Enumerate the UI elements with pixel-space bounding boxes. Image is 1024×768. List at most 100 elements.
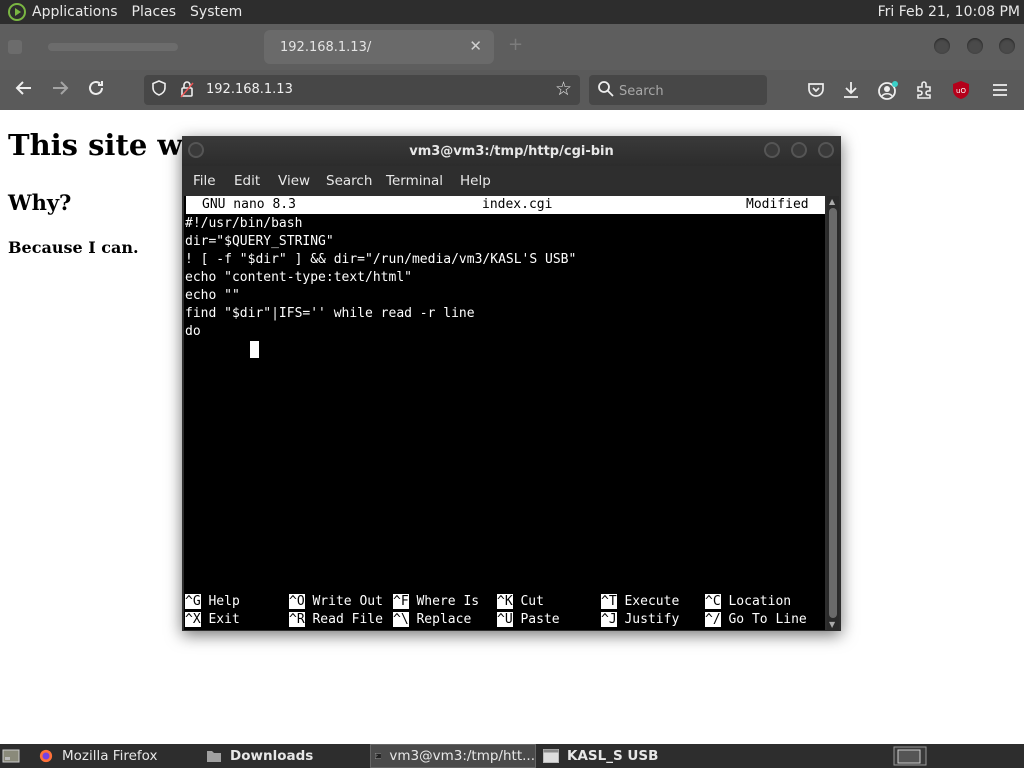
maximize-button[interactable] [967, 38, 983, 54]
download-icon[interactable] [841, 80, 861, 100]
menu-file[interactable]: File [193, 173, 216, 189]
hamburger-menu-icon[interactable] [991, 80, 1009, 100]
terminal-icon [375, 753, 382, 759]
terminal-scrollbar[interactable]: ▲ ▼ [827, 196, 839, 630]
browser-nav-bar: 192.168.1.13 ☆ uO [0, 70, 1024, 110]
terminal-titlebar[interactable]: vm3@vm3:/tmp/http/cgi-bin [182, 136, 841, 166]
pocket-icon[interactable] [806, 80, 826, 100]
url-bar[interactable]: 192.168.1.13 ☆ [144, 75, 580, 105]
nano-version: GNU nano 8.3 [202, 197, 296, 212]
shortcut-key: ^C [705, 594, 721, 609]
terminal-minimize-button[interactable] [764, 142, 780, 158]
shortcut-label: Read File [312, 612, 383, 627]
terminal-window[interactable]: vm3@vm3:/tmp/http/cgi-bin File Edit View… [182, 136, 841, 631]
shortcut-label: Replace [416, 612, 472, 627]
reload-icon[interactable] [86, 78, 106, 103]
page-body-text: Because I can. [8, 238, 139, 257]
shortcut-exit: ^X Exit [185, 611, 240, 629]
shortcut-key: ^T [601, 594, 617, 609]
background-tab[interactable] [8, 34, 258, 60]
shortcut-label: Write Out [312, 594, 383, 609]
shortcut-key: ^J [601, 612, 617, 627]
shortcut-execute: ^T Execute [601, 593, 679, 611]
tab-close-icon[interactable]: ✕ [469, 37, 482, 55]
close-window-button[interactable] [999, 38, 1015, 54]
shortcut-read-file: ^R Read File [289, 611, 383, 629]
shortcut-justify: ^J Justify [601, 611, 679, 629]
window-icon [543, 749, 559, 763]
code-line: echo "" [185, 288, 240, 303]
nano-filename: index.cgi [482, 197, 553, 212]
minimize-button[interactable] [934, 38, 950, 54]
taskbar-item-firefox[interactable]: Mozilla Firefox [38, 744, 158, 768]
show-desktop-button[interactable] [2, 744, 22, 768]
search-input[interactable] [617, 81, 761, 101]
shortcut-label: Cut [520, 594, 544, 609]
shortcut-key: ^\ [393, 612, 409, 627]
shortcut-replace: ^\ Replace [393, 611, 471, 629]
taskbar-item-label: KASL_S USB [567, 748, 659, 764]
shortcut-label: Where Is [416, 594, 480, 609]
page-subheading: Why? [8, 190, 72, 215]
search-icon [598, 81, 614, 97]
shortcut-label: Go To Line [728, 612, 807, 627]
terminal-close-button[interactable] [818, 142, 834, 158]
terminal-title: vm3@vm3:/tmp/http/cgi-bin [409, 144, 614, 159]
code-line: do [185, 324, 201, 339]
code-line: ! [ -f "$dir" ] && dir="/run/media/vm3/K… [185, 252, 577, 267]
workspace-switcher[interactable] [893, 744, 927, 768]
tracking-protection-shield-icon[interactable] [152, 80, 166, 96]
ublock-origin-icon[interactable]: uO [952, 80, 970, 100]
lock-icon[interactable] [180, 80, 194, 98]
nano-status: Modified [746, 197, 809, 212]
shortcut-label: Paste [520, 612, 560, 627]
menu-search[interactable]: Search [326, 173, 372, 189]
tab-title: 192.168.1.13/ [280, 40, 372, 55]
clock[interactable]: Fri Feb 21, 10:08 PM [878, 4, 1020, 20]
shortcut-key: ^X [185, 612, 201, 627]
menu-edit[interactable]: Edit [234, 173, 260, 189]
taskbar-item-kasl-usb[interactable]: KASL_S USB [543, 744, 658, 768]
taskbar-item-terminal[interactable]: vm3@vm3:/tmp/htt... [370, 744, 536, 768]
tab-title-placeholder [48, 43, 178, 51]
extensions-icon[interactable] [914, 80, 934, 100]
code-line: #!/usr/bin/bash [185, 216, 303, 231]
text-cursor [250, 341, 259, 358]
workspace-switcher-icon [893, 746, 927, 766]
taskbar-item-downloads[interactable]: Downloads [206, 744, 313, 768]
taskbar-item-label: Mozilla Firefox [62, 748, 158, 764]
system-menu[interactable]: System [190, 4, 242, 20]
shortcut-go-to-line: ^/ Go To Line [705, 611, 807, 629]
scroll-up-icon[interactable]: ▲ [829, 197, 835, 206]
shortcut-write-out: ^O Write Out [289, 593, 383, 611]
new-tab-button[interactable]: + [508, 34, 523, 55]
bookmark-star-icon[interactable]: ☆ [555, 78, 572, 100]
firefox-icon [39, 749, 53, 763]
svg-text:uO: uO [956, 87, 966, 95]
shortcut-key: ^U [497, 612, 513, 627]
places-menu[interactable]: Places [132, 4, 177, 20]
shortcut-key: ^O [289, 594, 305, 609]
scrollbar-thumb[interactable] [829, 208, 837, 618]
terminal-screen[interactable]: GNU nano 8.3 index.cgi Modified #!/usr/b… [184, 196, 825, 630]
shortcut-label: Justify [624, 612, 680, 627]
account-icon[interactable] [877, 80, 899, 102]
terminal-maximize-button[interactable] [791, 142, 807, 158]
taskbar-item-label: vm3@vm3:/tmp/htt... [389, 748, 535, 764]
folder-icon [207, 751, 221, 762]
shortcut-where-is: ^F Where Is [393, 593, 479, 611]
tab-active[interactable]: 192.168.1.13/ ✕ [264, 30, 494, 64]
nano-header: GNU nano 8.3 index.cgi Modified [186, 196, 825, 214]
menu-terminal[interactable]: Terminal [386, 173, 443, 189]
search-bar[interactable] [589, 75, 767, 105]
url-text[interactable]: 192.168.1.13 [206, 82, 293, 97]
menu-help[interactable]: Help [460, 173, 491, 189]
scroll-down-icon[interactable]: ▼ [829, 620, 835, 629]
back-arrow-icon[interactable] [14, 78, 34, 103]
menu-view[interactable]: View [278, 173, 310, 189]
linux-mint-logo-icon[interactable] [8, 3, 26, 21]
applications-menu[interactable]: Applications [32, 4, 118, 20]
shortcut-key: ^F [393, 594, 409, 609]
forward-arrow-icon[interactable] [50, 78, 70, 103]
shortcut-label: Help [208, 594, 240, 609]
